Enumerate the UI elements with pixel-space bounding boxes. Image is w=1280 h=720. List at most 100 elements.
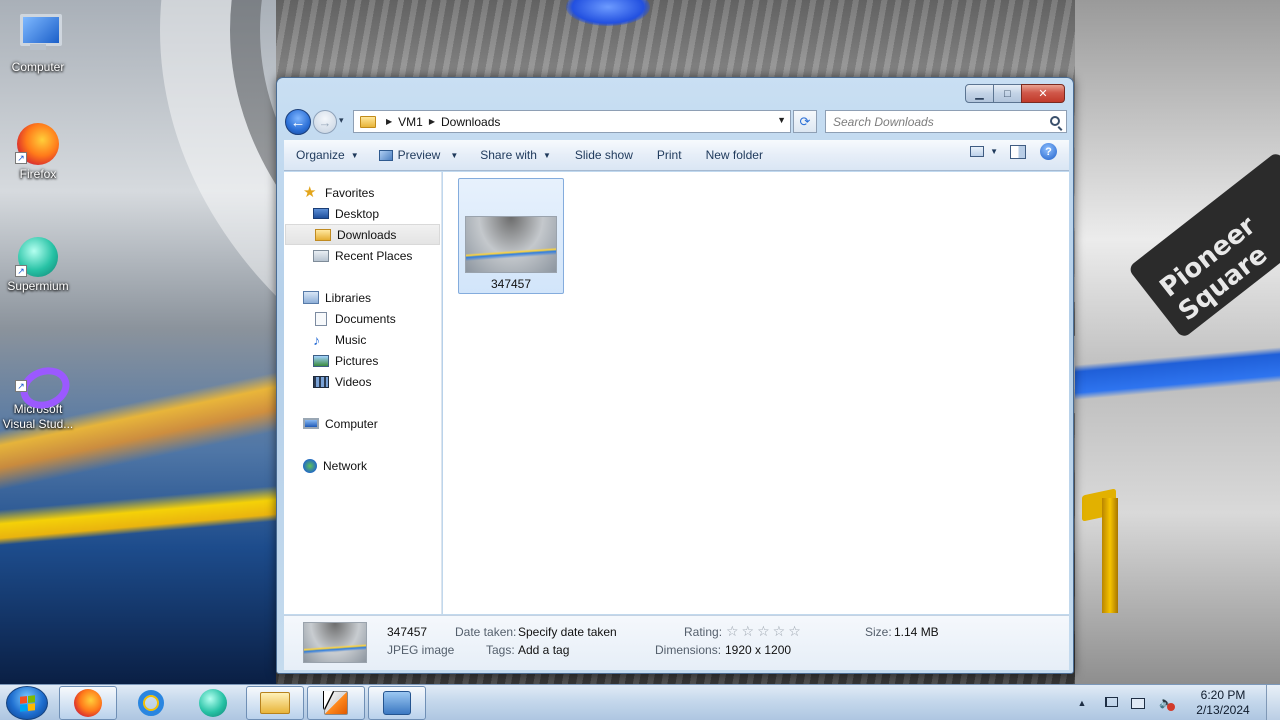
desktop-icon-supermium[interactable]: ↗ Supermium <box>1 233 75 294</box>
taskbar-firefox[interactable] <box>59 686 117 720</box>
nav-item-label: Documents <box>335 311 396 326</box>
nav-item-music[interactable]: ♪ Music <box>284 329 441 350</box>
command-bar: Organize ▼ Preview ▼ Share with ▼ Slide … <box>284 140 1069 171</box>
clock[interactable]: 6:20 PM 2/13/2024 <box>1184 688 1262 718</box>
show-desktop-button[interactable] <box>1266 685 1280 720</box>
print-button[interactable]: Print <box>648 143 691 167</box>
nav-item-label: Downloads <box>337 227 397 242</box>
nav-item-label: Computer <box>325 416 378 431</box>
nav-item-label: Desktop <box>335 206 380 221</box>
chevron-down-icon: ▼ <box>350 150 359 160</box>
rating-label: Rating: <box>684 625 723 639</box>
folder-icon <box>315 228 331 241</box>
slide-show-button[interactable]: Slide show <box>566 143 642 167</box>
desktop-icon-label: Firefox <box>19 167 57 181</box>
image-thumbnail <box>465 216 557 273</box>
refresh-button[interactable]: ⟳ <box>793 110 817 133</box>
breadcrumb-separator[interactable]: ▶ <box>386 117 392 126</box>
file-item-347457[interactable]: 347457 <box>458 178 564 294</box>
star-icon: ★ <box>303 183 317 201</box>
nav-item-label: Pictures <box>335 353 379 368</box>
share-with-label: Share with <box>480 148 537 162</box>
details-file-name: 347457 <box>387 625 428 639</box>
share-with-menu[interactable]: Share with ▼ <box>471 143 560 167</box>
shortcut-arrow-icon: ↗ <box>15 152 27 164</box>
minimize-button[interactable]: ▁ <box>965 84 994 103</box>
network-status-icon[interactable] <box>1130 695 1146 711</box>
mouse-cursor <box>324 691 333 709</box>
internet-explorer-icon <box>138 690 164 716</box>
taskbar-internet-explorer[interactable] <box>122 686 180 720</box>
clock-date: 2/13/2024 <box>1196 703 1250 717</box>
nav-item-documents[interactable]: Documents <box>284 308 441 329</box>
close-button[interactable]: ✕ <box>1021 84 1065 103</box>
taskbar-media-player[interactable] <box>307 686 365 720</box>
caption-buttons: ▁ □ ✕ <box>965 84 1065 103</box>
details-file-type: JPEG image <box>387 643 455 657</box>
taskbar-supermium[interactable] <box>184 686 242 720</box>
pictures-icon <box>313 354 329 367</box>
taskbar-control-panel[interactable] <box>368 686 426 720</box>
start-button[interactable] <box>6 686 48 720</box>
dimensions-label: Dimensions: <box>655 643 722 657</box>
breadcrumb-separator[interactable]: ▶ <box>429 117 435 126</box>
search-input[interactable] <box>833 114 1033 129</box>
nav-item-network[interactable]: Network <box>284 455 441 476</box>
nav-item-computer[interactable]: Computer <box>284 413 441 434</box>
folder-icon <box>360 115 376 128</box>
maximize-button[interactable]: □ <box>993 84 1022 103</box>
new-folder-button[interactable]: New folder <box>697 143 772 167</box>
back-button[interactable]: ← <box>285 109 311 135</box>
forward-button[interactable]: → <box>313 110 337 134</box>
search-icon[interactable] <box>1050 116 1060 126</box>
desktop-icon-visual-studio[interactable]: ↗ Microsoft Visual Stud... <box>1 358 75 432</box>
details-pane: 347457 JPEG image Date taken: Specify da… <box>284 615 1069 670</box>
chevron-down-icon: ▼ <box>542 150 551 160</box>
date-taken-value[interactable]: Specify date taken <box>518 625 617 639</box>
windows-explorer-icon <box>260 692 290 714</box>
dimensions-value: 1920 x 1200 <box>725 643 792 657</box>
clock-time: 6:20 PM <box>1200 688 1246 702</box>
preview-label: Preview <box>397 148 441 162</box>
nav-item-pictures[interactable]: Pictures <box>284 350 441 371</box>
navigation-bar: ← → ▾ ▶ VM1 ▶ Downloads ▼ ⟳ <box>285 109 1067 135</box>
nav-item-label: Libraries <box>325 290 372 305</box>
videos-icon <box>313 375 329 388</box>
address-bar[interactable]: ▶ VM1 ▶ Downloads ▼ <box>353 110 791 133</box>
volume-muted-icon[interactable]: 🔈 <box>1158 695 1175 711</box>
desktop-icon-computer[interactable]: Computer <box>1 10 75 75</box>
date-taken-label: Date taken: <box>455 625 517 639</box>
search-box[interactable] <box>825 110 1067 133</box>
address-dropdown-button[interactable]: ▼ <box>777 115 786 125</box>
show-hidden-icons-icon[interactable]: ▲ <box>1074 695 1090 711</box>
shortcut-arrow-icon: ↗ <box>15 265 27 277</box>
system-tray: ▲ 🔈 6:20 PM 2/13/2024 <box>1068 685 1280 720</box>
breadcrumb-downloads[interactable]: Downloads <box>441 115 500 129</box>
file-name: 347457 <box>490 277 532 291</box>
recent-pages-dropdown[interactable]: ▾ <box>339 115 344 126</box>
desktop-icon-firefox[interactable]: ↗ Firefox <box>1 120 75 182</box>
taskbar-windows-explorer[interactable] <box>246 686 304 720</box>
nav-item-recent-places[interactable]: Recent Places <box>284 245 441 266</box>
tags-value[interactable]: Add a tag <box>518 643 569 657</box>
organize-menu[interactable]: Organize ▼ <box>287 143 368 167</box>
file-list[interactable]: 347457 <box>443 172 1069 614</box>
supermium-icon <box>199 689 227 717</box>
help-icon[interactable]: ? <box>1040 143 1057 160</box>
preview-pane-icon[interactable] <box>1010 144 1026 159</box>
control-panel-icon <box>383 691 411 715</box>
action-center-flag-icon[interactable] <box>1102 695 1118 711</box>
chevron-down-icon[interactable]: ▼ <box>990 147 998 156</box>
change-view-icon[interactable] <box>970 146 985 157</box>
breadcrumb-vm1[interactable]: VM1 <box>398 115 423 129</box>
nav-item-videos[interactable]: Videos <box>284 371 441 392</box>
rating-stars[interactable]: ☆☆☆☆☆ <box>726 623 804 640</box>
preview-menu[interactable]: Preview ▼ <box>370 143 468 167</box>
nav-item-desktop[interactable]: Desktop <box>284 203 441 224</box>
nav-item-libraries[interactable]: Libraries <box>284 287 441 308</box>
nav-item-favorites[interactable]: ★ Favorites <box>284 182 441 203</box>
desktop-icon-label: Supermium <box>7 279 69 293</box>
nav-item-downloads[interactable]: Downloads <box>285 224 440 245</box>
